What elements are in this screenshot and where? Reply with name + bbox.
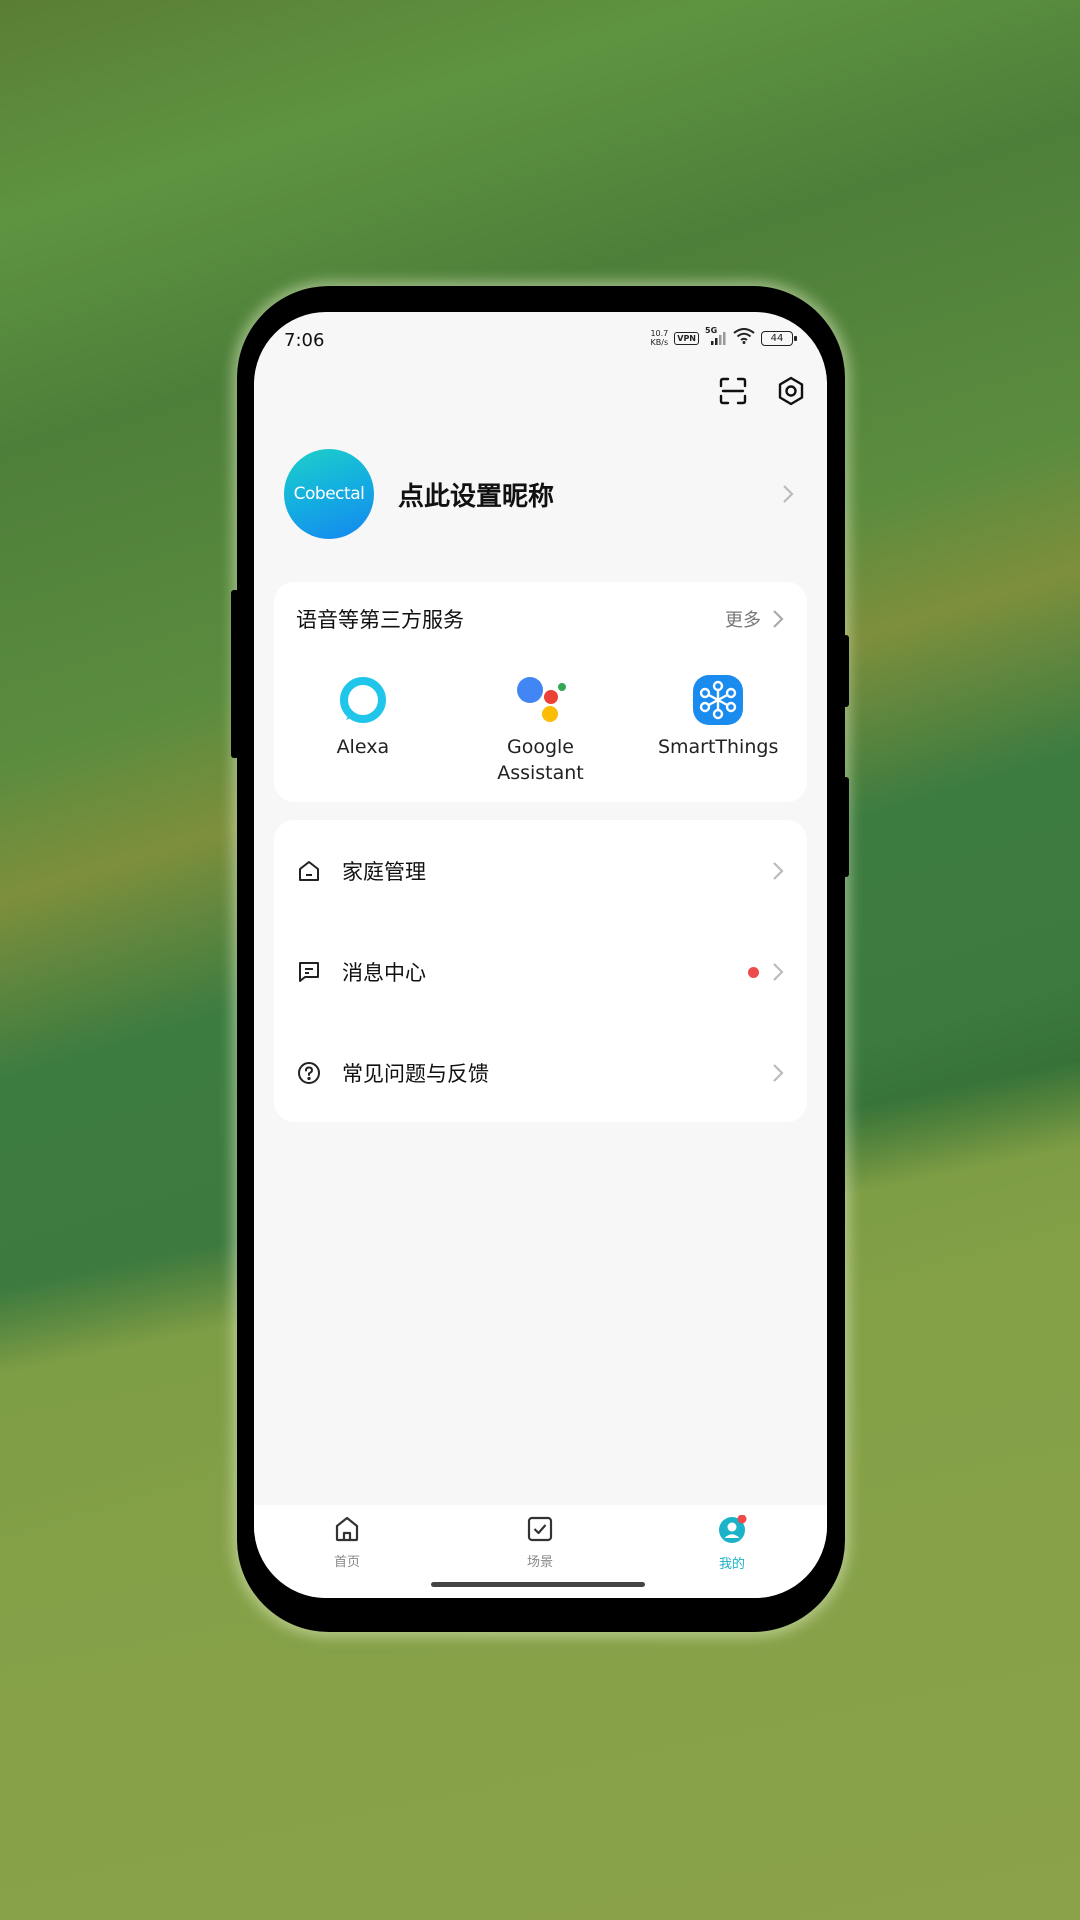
service-label: Google Assistant: [497, 736, 584, 784]
battery-icon: 44: [761, 330, 797, 346]
bottom-tab-bar: 首页 场景 我的: [254, 1505, 827, 1598]
unread-badge: [748, 966, 759, 978]
top-actions: [717, 375, 807, 407]
signal-icon: 5G: [705, 326, 727, 346]
chevron-right-icon: [769, 862, 787, 880]
third-party-services-card: 语音等第三方服务 更多 Alexa Google Assistant Smart…: [274, 582, 807, 802]
chevron-right-icon: [769, 1064, 787, 1082]
services-header: 语音等第三方服务 更多: [296, 604, 787, 634]
alexa-icon: [335, 672, 391, 728]
phone-side-button: [231, 590, 239, 758]
status-bar: 7:06 10.7 KB/s VPN 5G 44: [254, 312, 827, 372]
smartthings-icon: [690, 672, 746, 728]
tab-label: 首页: [333, 1555, 360, 1570]
phone-screen: 7:06 10.7 KB/s VPN 5G 44 Cobectal 点此设置昵称…: [254, 312, 827, 1598]
menu-label: 常见问题与反馈: [342, 1062, 489, 1086]
service-label: Alexa: [336, 736, 390, 758]
menu-card: 家庭管理 消息中心 常见问题与反馈: [274, 820, 807, 1122]
service-label: SmartThings: [657, 736, 779, 758]
tab-label: 场景: [526, 1555, 553, 1570]
network-speed: 10.7 KB/s: [650, 329, 669, 347]
help-circle-icon: [296, 1060, 322, 1086]
user-icon: [717, 1514, 747, 1549]
menu-label: 消息中心: [342, 961, 426, 985]
home-indicator: [431, 1582, 645, 1587]
nickname-label[interactable]: 点此设置昵称: [398, 476, 779, 513]
chevron-right-icon: [779, 485, 797, 503]
message-icon: [296, 959, 322, 985]
service-alexa[interactable]: Alexa: [288, 672, 438, 786]
home-icon: [333, 1515, 361, 1547]
services-list: Alexa Google Assistant SmartThings: [274, 672, 807, 786]
service-smartthings[interactable]: SmartThings: [643, 672, 793, 786]
checkbox-icon: [526, 1515, 554, 1547]
chevron-right-icon: [769, 963, 787, 981]
scan-icon[interactable]: [717, 375, 749, 407]
phone-power-button: [843, 777, 849, 877]
wifi-icon: [733, 328, 755, 348]
menu-label: 家庭管理: [342, 860, 426, 884]
tab-mine[interactable]: 我的: [687, 1514, 777, 1572]
menu-item-message-center[interactable]: 消息中心: [296, 947, 787, 997]
house-icon: [296, 858, 322, 884]
profile-row[interactable]: Cobectal 点此设置昵称: [284, 448, 797, 540]
status-time: 7:06: [284, 330, 325, 351]
more-link[interactable]: 更多: [725, 606, 761, 632]
avatar[interactable]: Cobectal: [284, 449, 374, 539]
status-icons: 10.7 KB/s VPN 5G 44: [650, 326, 797, 348]
chevron-right-icon[interactable]: [769, 610, 787, 628]
tab-scenes[interactable]: 场景: [495, 1515, 585, 1570]
menu-item-faq-feedback[interactable]: 常见问题与反馈: [296, 1048, 787, 1098]
tab-label: 我的: [718, 1557, 745, 1572]
google-assistant-icon: [512, 672, 568, 728]
settings-icon[interactable]: [775, 375, 807, 407]
menu-item-home-management[interactable]: 家庭管理: [296, 846, 787, 896]
service-google-assistant[interactable]: Google Assistant: [465, 672, 615, 786]
services-title: 语音等第三方服务: [296, 608, 464, 632]
phone-volume-button: [843, 635, 849, 707]
avatar-logo-text: Cobectal: [293, 484, 365, 504]
tab-home[interactable]: 首页: [302, 1515, 392, 1570]
vpn-badge: VPN: [674, 331, 699, 345]
